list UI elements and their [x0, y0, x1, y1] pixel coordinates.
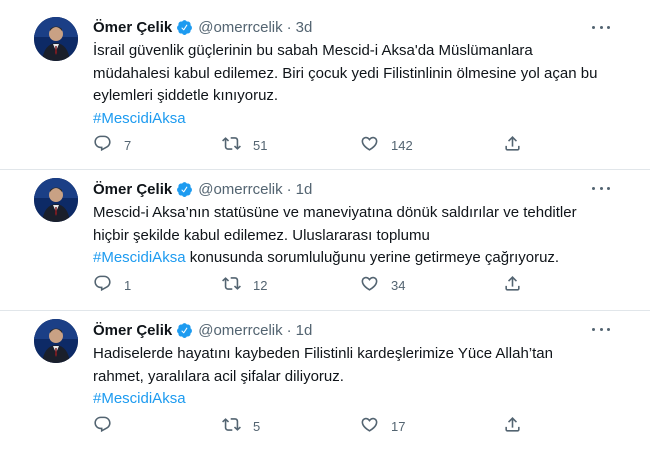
tweet-text-line: rahmet, yaralılara acil şifalar diliyoru…: [93, 367, 344, 385]
tweet-text-line: İsrail güvenlik güçlerinin bu sabah Mesc…: [93, 42, 533, 59]
heart-icon: [360, 134, 379, 156]
verified-badge-icon: [176, 19, 193, 36]
tweet-header: Ömer Çelik @omerrcelik · 1d: [93, 320, 312, 340]
hashtag-link[interactable]: #MescidiAksa: [93, 390, 186, 407]
like-count: 142: [391, 137, 413, 153]
retweet-count: 12: [253, 277, 268, 293]
reply-button[interactable]: [93, 415, 124, 437]
tweet-text-line: Hadiselerde hayatını kaybeden Filistinli…: [93, 345, 553, 362]
reply-count: 7: [124, 137, 132, 153]
share-button[interactable]: [503, 274, 522, 296]
more-horizontal-icon[interactable]: [592, 322, 610, 336]
retweet-button[interactable]: 51: [222, 134, 267, 156]
author-handle[interactable]: @omerrcelik: [198, 19, 282, 36]
tweet-actions: 7 51 142: [93, 134, 533, 156]
tweet-text: Hadiselerde hayatını kaybeden Filistinli…: [93, 343, 623, 411]
share-icon: [503, 415, 522, 437]
retweet-icon: [222, 415, 241, 437]
heart-icon: [360, 274, 379, 296]
like-count: 34: [391, 277, 406, 293]
tweet-text-line: hiçbir şekilde kabul edilemez. Uluslarar…: [93, 226, 430, 244]
author-name[interactable]: Ömer Çelik: [93, 19, 172, 36]
verified-badge-icon: [176, 322, 193, 339]
reply-count: 1: [124, 277, 132, 293]
tweet-timestamp[interactable]: 1d: [296, 322, 313, 339]
heart-icon: [360, 415, 379, 437]
share-icon: [503, 274, 522, 296]
tweet-text-line: eylemleri şiddetle kınıyoruz.: [93, 87, 279, 104]
retweet-button[interactable]: 12: [222, 274, 267, 296]
like-button[interactable]: 142: [360, 134, 413, 156]
retweet-icon: [222, 134, 241, 156]
reply-icon: [93, 274, 112, 296]
separator-dot: ·: [286, 18, 292, 36]
reply-icon: [93, 415, 112, 437]
tweet-timestamp[interactable]: 1d: [296, 181, 313, 198]
author-name[interactable]: Ömer Çelik: [93, 322, 172, 339]
author-name[interactable]: Ömer Çelik: [93, 181, 172, 198]
tweet-text-line: Mescid-i Aksa’nın statüsüne ve maneviyat…: [93, 204, 577, 221]
tweet-text-line: müdahalesi kabul edilemez. Biri çocuk ye…: [93, 64, 598, 82]
tweet-header: Ömer Çelik @omerrcelik · 3d: [93, 17, 312, 37]
tweet-text-line: konusunda sorumluluğunu yerine getirmeye…: [185, 249, 560, 266]
like-count: 17: [391, 418, 406, 434]
like-button[interactable]: 17: [360, 415, 405, 437]
separator-dot: ·: [286, 321, 292, 339]
avatar[interactable]: [34, 319, 78, 363]
avatar[interactable]: [34, 178, 78, 222]
tweet-actions: 1 12 34: [93, 274, 533, 296]
tweet[interactable]: Ömer Çelik @omerrcelik · 3d İsrail güven…: [0, 0, 650, 170]
tweet[interactable]: Ömer Çelik @omerrcelik · 1d Hadiselerde …: [0, 311, 650, 457]
separator-dot: ·: [286, 180, 292, 198]
share-button[interactable]: [503, 415, 522, 437]
tweet-text: Mescid-i Aksa’nın statüsüne ve maneviyat…: [93, 202, 623, 270]
retweet-count: 51: [253, 137, 268, 153]
author-handle[interactable]: @omerrcelik: [198, 181, 282, 198]
share-button[interactable]: [503, 134, 522, 156]
retweet-button[interactable]: 5: [222, 415, 260, 437]
more-horizontal-icon[interactable]: [592, 181, 610, 195]
tweet-timestamp[interactable]: 3d: [296, 19, 313, 36]
hashtag-link[interactable]: #MescidiAksa: [93, 249, 186, 266]
avatar[interactable]: [34, 17, 78, 61]
share-icon: [503, 134, 522, 156]
tweet-header: Ömer Çelik @omerrcelik · 1d: [93, 179, 312, 199]
reply-button[interactable]: 7: [93, 134, 131, 156]
tweet-feed: Ömer Çelik @omerrcelik · 3d İsrail güven…: [0, 0, 650, 457]
author-handle[interactable]: @omerrcelik: [198, 322, 282, 339]
tweet-text: İsrail güvenlik güçlerinin bu sabah Mesc…: [93, 40, 623, 130]
reply-button[interactable]: 1: [93, 274, 131, 296]
reply-icon: [93, 134, 112, 156]
more-horizontal-icon[interactable]: [592, 20, 610, 34]
retweet-icon: [222, 274, 241, 296]
verified-badge-icon: [176, 181, 193, 198]
retweet-count: 5: [253, 418, 261, 434]
like-button[interactable]: 34: [360, 274, 405, 296]
tweet-actions: 5 17: [93, 415, 533, 437]
tweet[interactable]: Ömer Çelik @omerrcelik · 1d Mescid-i Aks…: [0, 170, 650, 311]
hashtag-link[interactable]: #MescidiAksa: [93, 110, 186, 127]
